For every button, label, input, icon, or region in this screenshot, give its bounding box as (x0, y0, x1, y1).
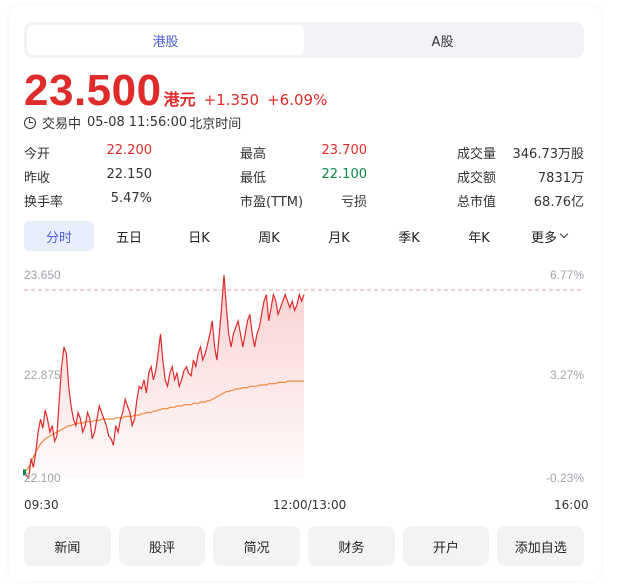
pct-tick-mid: 3.27% (550, 368, 584, 382)
low-label: 最低 (240, 170, 267, 186)
financials-button[interactable]: 财务 (308, 526, 395, 566)
turnover-label: 成交额 (457, 170, 497, 186)
more-label: 更多 (530, 230, 557, 246)
pe-value: 亏损 (340, 194, 367, 210)
high-label: 最高 (240, 146, 267, 162)
tab-hk-stock[interactable]: 港股 (27, 25, 304, 55)
y-tick-top: 23.650 (24, 268, 61, 282)
open-value: 22.200 (106, 142, 153, 158)
tab-daily-k[interactable]: 日K (164, 221, 234, 251)
tab-a-stock[interactable]: A股 (304, 25, 581, 55)
tab-more[interactable]: 更多 (514, 221, 584, 251)
intraday-chart[interactable]: 23.650 22.875 22.100 6.77% 3.27% -0.23% (0, 260, 623, 510)
tab-monthly-k[interactable]: 月K (304, 221, 374, 251)
tab-quarterly-k[interactable]: 季K (374, 221, 444, 251)
add-watchlist-button[interactable]: 添加自选 (497, 526, 585, 566)
volume-label: 成交量 (457, 146, 497, 162)
y-tick-mid: 22.875 (24, 368, 61, 382)
price-row: 23.500 港元 +1.350 +6.09% (24, 66, 328, 115)
price-change-pct: +6.09% (267, 91, 328, 109)
volume-value: 346.73万股 (512, 146, 585, 162)
currency-label: 港元 (163, 90, 196, 109)
price-area-fill (24, 275, 304, 478)
open-label: 今开 (24, 146, 51, 162)
pct-tick-top: 6.77% (550, 268, 584, 282)
turnover-rate-value: 5.47% (110, 190, 152, 206)
turnover-value: 7831万 (537, 170, 584, 186)
open-account-button[interactable]: 开户 (402, 526, 490, 566)
trading-status: 交易中 05-08 11:56:00 北京时间 (24, 113, 247, 132)
x-tick-open: 09:30 (24, 498, 59, 512)
comments-button[interactable]: 股评 (118, 526, 206, 566)
tab-weekly-k[interactable]: 周K (234, 221, 304, 251)
pe-label: 市盈(TTM) (240, 194, 304, 210)
pct-tick-bottom: -0.23% (546, 471, 584, 485)
market-switch: 港股 A股 (24, 22, 584, 58)
period-tabs: 分时 五日 日K 周K 月K 季K 年K 更多 (24, 221, 584, 251)
news-button[interactable]: 新闻 (24, 526, 111, 566)
profile-button[interactable]: 简况 (213, 526, 301, 566)
prev-close-label: 昨收 (24, 170, 51, 186)
x-tick-close: 16:00 (554, 498, 589, 512)
clock-icon (24, 116, 36, 129)
status-date: 05-08 (87, 115, 125, 130)
status-text: 交易中 (42, 117, 82, 132)
low-value: 22.100 (321, 166, 368, 182)
high-value: 23.700 (321, 142, 368, 158)
tab-intraday[interactable]: 分时 (24, 221, 94, 251)
turnover-rate-label: 换手率 (24, 194, 64, 210)
x-tick-midday: 12:00/13:00 (273, 498, 347, 512)
market-cap-value: 68.76亿 (533, 194, 584, 210)
stats-grid: 今开 22.200 最高 23.700 成交量 346.73万股 昨收 22.150 最… (24, 140, 584, 212)
price-change: +1.350 (203, 91, 260, 109)
current-price: 23.500 (24, 66, 162, 115)
status-timezone: 北京时间 (189, 117, 242, 132)
tab-five-day[interactable]: 五日 (94, 221, 164, 251)
prev-close-value: 22.150 (106, 166, 153, 182)
tab-yearly-k[interactable]: 年K (444, 221, 514, 251)
y-tick-bottom: 22.100 (24, 471, 61, 485)
chevron-down-icon (559, 229, 569, 239)
status-time: 11:56:00 (128, 115, 188, 130)
market-cap-label: 总市值 (457, 194, 497, 210)
action-bar: 新闻 股评 简况 财务 开户 添加自选 (24, 526, 585, 566)
